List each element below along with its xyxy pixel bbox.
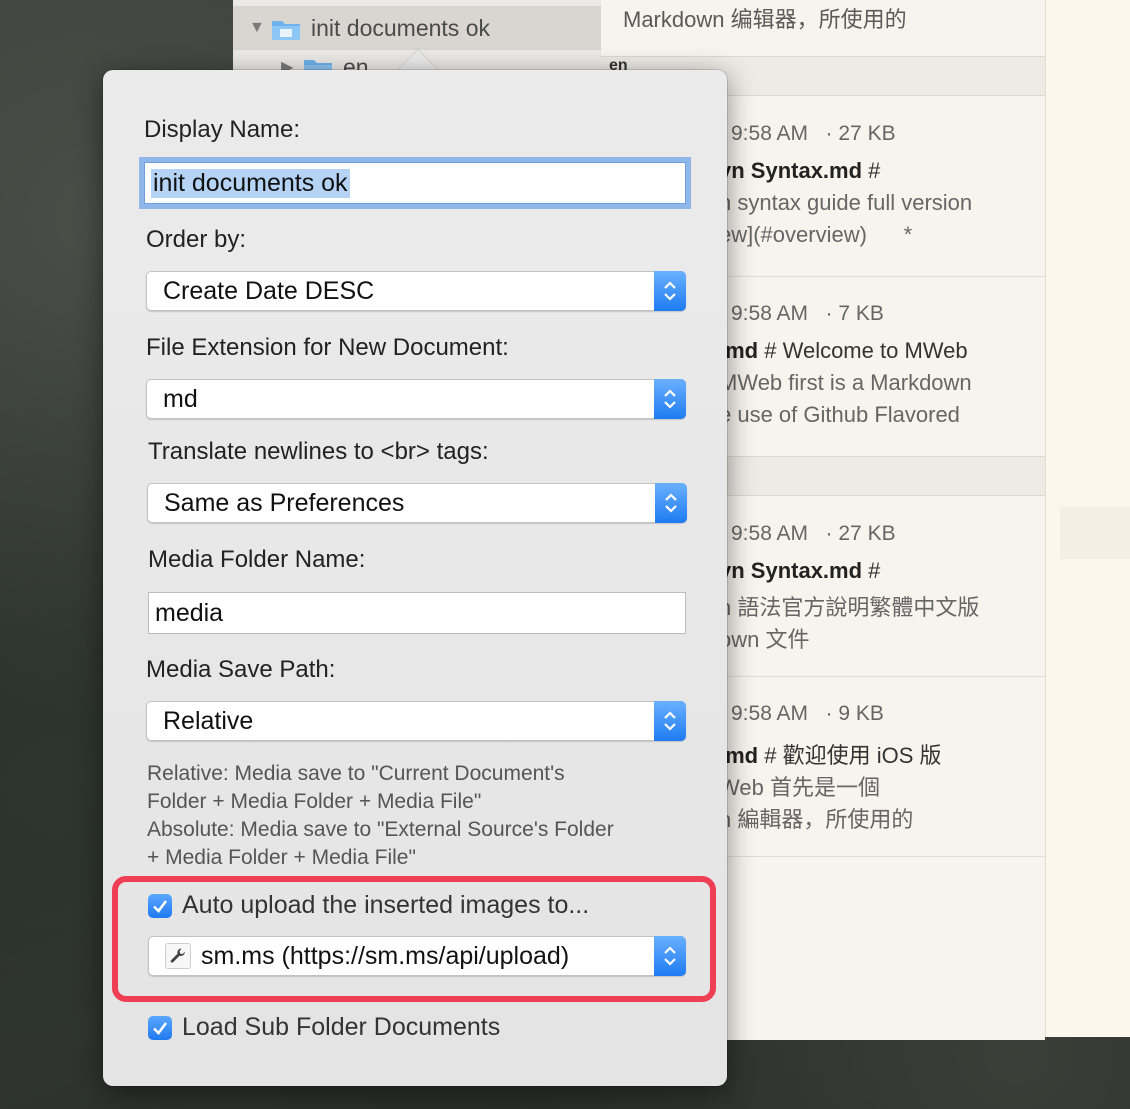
doc-meta: 9:58 AM · 27 KB	[731, 522, 896, 545]
file-extension-label: File Extension for New Document:	[146, 334, 509, 361]
doc-preview-text: Markdown 编辑器，所使用的	[623, 7, 907, 32]
popover-arrow	[396, 50, 440, 72]
popup-arrows-icon	[654, 379, 686, 419]
doc-meta: 9:58 AM · 27 KB	[731, 122, 896, 145]
checkmark-icon	[153, 1021, 168, 1035]
doc-excerpt: ew](#overview) *	[719, 222, 913, 247]
doc-title: vn Syntax.md #	[719, 158, 881, 183]
doc-title: .md # 歡迎使用 iOS 版	[719, 743, 942, 768]
doc-excerpt: n syntax guide full version	[719, 190, 973, 215]
media-save-path-select[interactable]: Relative	[146, 701, 686, 741]
doc-excerpt: MWeb first is a Markdown	[719, 370, 972, 395]
editor-pane[interactable]	[1045, 0, 1130, 1037]
media-save-path-value: Relative	[163, 706, 254, 735]
display-name-field[interactable]: init documents ok	[139, 157, 691, 209]
doc-title: vn Syntax.md #	[719, 558, 881, 583]
display-name-value: init documents ok	[151, 168, 350, 198]
newlines-value: Same as Preferences	[164, 488, 405, 517]
annotation-highlight-box	[112, 876, 716, 1002]
load-subfolder-checkbox-row[interactable]: Load Sub Folder Documents	[148, 1013, 500, 1042]
file-extension-select[interactable]: md	[146, 379, 686, 419]
doc-excerpt: n 語法官方說明繁體中文版	[719, 595, 980, 620]
media-path-help-text: Relative: Media save to "Current Documen…	[147, 762, 614, 869]
load-subfolder-label: Load Sub Folder Documents	[182, 1013, 501, 1041]
doc-excerpt: own 文件	[719, 627, 810, 652]
doc-title: .md # Welcome to MWeb	[719, 338, 968, 363]
doc-meta: 9:58 AM · 9 KB	[731, 702, 884, 725]
display-name-label: Display Name:	[144, 116, 301, 143]
doc-meta: 9:58 AM · 7 KB	[731, 302, 884, 325]
order-by-select[interactable]: Create Date DESC	[146, 271, 686, 311]
doc-excerpt: n 編輯器，所使用的	[719, 807, 914, 832]
newlines-select[interactable]: Same as Preferences	[147, 483, 687, 523]
media-save-path-label: Media Save Path:	[146, 656, 336, 683]
sidebar-item-label: init documents ok	[311, 14, 490, 41]
order-by-label: Order by:	[146, 226, 247, 253]
order-by-value: Create Date DESC	[163, 276, 375, 305]
popup-arrows-icon	[655, 483, 687, 523]
media-folder-field[interactable]: media	[148, 592, 686, 634]
newlines-label: Translate newlines to <br> tags:	[148, 438, 489, 465]
doc-excerpt: Web 首先是一個	[719, 775, 880, 800]
popup-arrows-icon	[654, 271, 686, 311]
sidebar-item-init-documents[interactable]: ▼ init documents ok	[233, 6, 601, 50]
media-folder-label: Media Folder Name:	[148, 546, 366, 573]
editor-highlight	[1060, 507, 1130, 559]
popup-arrows-icon	[654, 701, 686, 741]
file-extension-value: md	[163, 384, 198, 413]
folder-icon	[271, 17, 301, 40]
doc-excerpt: e use of Github Flavored	[719, 402, 960, 427]
disclosure-down-icon[interactable]: ▼	[249, 19, 267, 37]
load-subfolder-checkbox[interactable]	[148, 1015, 172, 1040]
